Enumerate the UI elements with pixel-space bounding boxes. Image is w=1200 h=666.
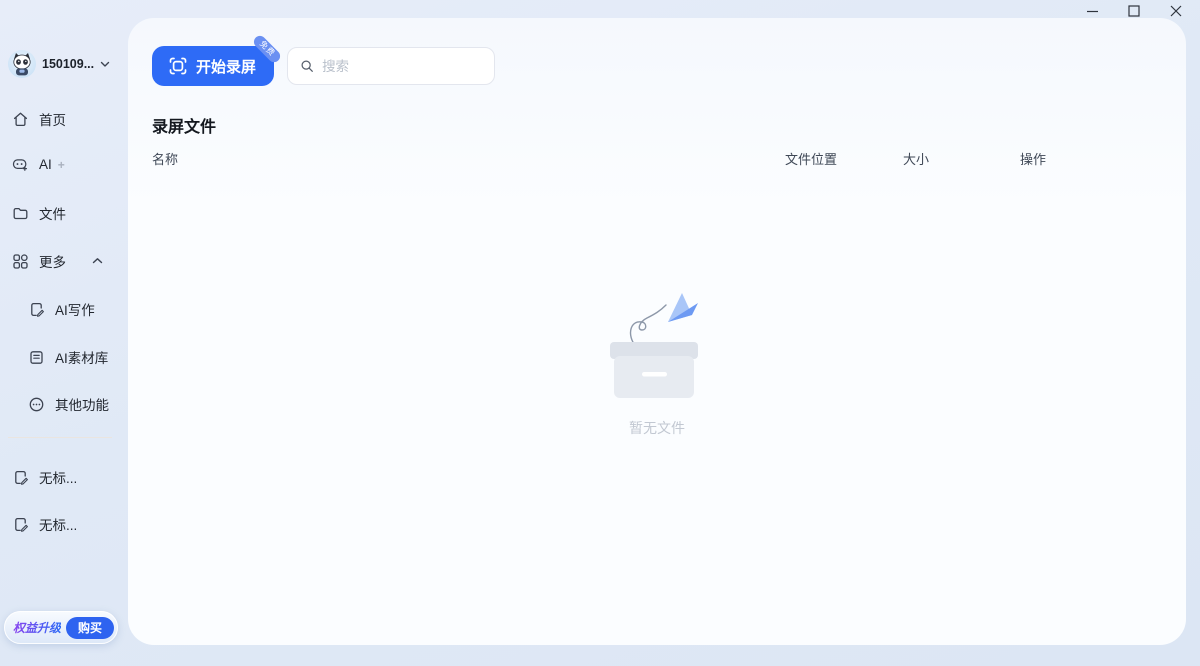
search-icon	[300, 58, 314, 74]
column-header-name: 名称	[152, 149, 178, 168]
sidebar-item-ai-assets[interactable]: AI素材库	[28, 347, 108, 367]
grid-icon	[12, 253, 29, 270]
column-header-location: 文件位置	[785, 149, 837, 168]
doc-edit-icon	[28, 301, 45, 318]
screen-record-icon	[168, 56, 188, 76]
sidebar-item-label: 首页	[39, 109, 66, 129]
sidebar-item-files[interactable]: 文件	[12, 203, 66, 223]
column-header-actions: 操作	[1020, 149, 1046, 168]
home-icon	[12, 111, 29, 128]
maximize-icon	[1128, 5, 1140, 17]
search-input[interactable]	[322, 59, 482, 74]
sidebar-item-label: 文件	[39, 203, 66, 223]
chevron-up-icon	[92, 253, 103, 268]
sidebar-item-label: 其他功能	[55, 394, 109, 414]
sidebar-item-other[interactable]: 其他功能	[28, 394, 109, 414]
close-icon	[1170, 5, 1182, 17]
buy-button[interactable]: 购买	[66, 617, 114, 639]
upgrade-banner: 权益升级 购买	[4, 611, 118, 644]
sidebar-doc-item-2[interactable]: 无标...	[12, 514, 77, 534]
doc-edit-icon	[12, 516, 29, 533]
start-recording-label: 开始录屏	[196, 56, 256, 77]
ellipsis-circle-icon	[28, 396, 45, 413]
minimize-button[interactable]	[1078, 1, 1106, 21]
page-title: 录屏文件	[152, 113, 216, 137]
avatar	[8, 50, 36, 78]
sidebar-item-home[interactable]: 首页	[12, 109, 66, 129]
account-menu[interactable]: 150109...	[8, 50, 110, 78]
sidebar-item-ai-writing[interactable]: AI写作	[28, 299, 95, 319]
library-icon	[28, 349, 45, 366]
sidebar-item-ai[interactable]: AI +	[12, 156, 65, 173]
sidebar-divider	[8, 437, 112, 438]
empty-state-text: 暂无文件	[629, 418, 685, 438]
sidebar-item-more[interactable]: 更多	[12, 251, 66, 271]
titlebar	[1078, 0, 1190, 22]
minimize-icon	[1086, 5, 1099, 18]
doc-item-label: 无标...	[39, 514, 77, 534]
folder-icon	[12, 205, 29, 222]
ai-plus-suffix: +	[58, 158, 65, 172]
column-header-size: 大小	[903, 149, 929, 168]
sidebar-item-label: AI素材库	[55, 347, 108, 367]
mascot-cat-icon	[11, 52, 33, 76]
close-button[interactable]	[1162, 1, 1190, 21]
chevron-down-icon	[100, 61, 110, 68]
search-box[interactable]	[287, 47, 495, 85]
doc-item-label: 无标...	[39, 467, 77, 487]
empty-state: 暂无文件	[128, 290, 1186, 438]
sidebar: 150109... 首页 AI + 文件	[0, 0, 128, 666]
sidebar-item-label: AI	[39, 157, 52, 172]
sidebar-item-label: 更多	[39, 251, 66, 271]
start-recording-button[interactable]: 开始录屏 免费	[152, 46, 274, 86]
free-badge: 免费	[251, 33, 282, 64]
account-name: 150109...	[42, 57, 94, 71]
ai-robot-icon	[12, 156, 29, 173]
empty-box-illustration	[594, 290, 720, 412]
maximize-button[interactable]	[1120, 1, 1148, 21]
doc-edit-icon	[12, 469, 29, 486]
main-panel: 开始录屏 免费 录屏文件 名称 文件位置 大小 操作 暂无文件	[128, 18, 1186, 645]
sidebar-doc-item-1[interactable]: 无标...	[12, 467, 77, 487]
upgrade-label: 权益升级	[13, 619, 61, 636]
sidebar-item-label: AI写作	[55, 299, 95, 319]
